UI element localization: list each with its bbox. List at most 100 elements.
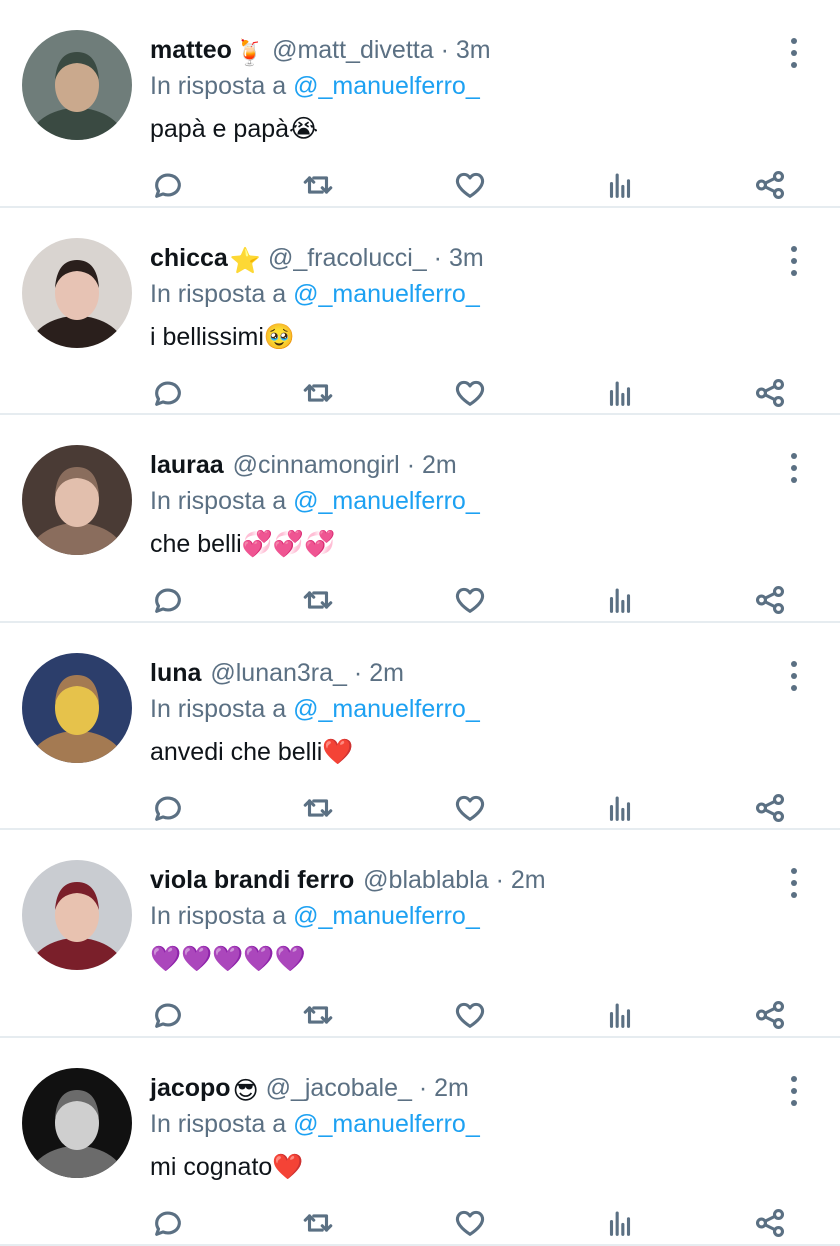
reply-mention[interactable]: @_manuelferro_ [293,695,480,723]
retweet-button[interactable] [298,165,338,205]
share-icon [755,1001,785,1030]
heart-icon [455,1210,485,1236]
tweet-actions [0,373,840,415]
share-button[interactable] [750,1203,790,1243]
analytics-button[interactable] [600,1203,640,1243]
retweet-icon [303,799,333,817]
comment-icon [155,1211,181,1236]
analytics-button[interactable] [600,995,640,1035]
reply-mention[interactable]: @_manuelferro_ [293,72,480,100]
more-vertical-icon[interactable] [782,453,806,484]
reply-button[interactable] [148,788,188,828]
reply-button[interactable] [148,995,188,1035]
display-name[interactable]: jacopo [150,1074,231,1102]
tweet[interactable]: jacopo😎 @_jacobale_ · 2m In risposta a @… [0,1038,840,1246]
reply-button[interactable] [148,1203,188,1243]
share-icon [755,170,785,200]
share-icon [755,1208,785,1237]
avatar[interactable] [22,860,132,971]
analytics-button[interactable] [600,165,640,205]
tweet[interactable]: lauraa @cinnamongirl · 2m In risposta a … [0,415,840,623]
username-handle[interactable]: @matt_divetta [272,36,434,64]
tweet[interactable]: chicca⭐ @_fracolucci_ · 3m In risposta a… [0,208,840,416]
username-handle[interactable]: @blablabla [363,866,488,894]
heart-icon [455,795,485,821]
reply-mention[interactable]: @_manuelferro_ [293,1110,480,1138]
display-name[interactable]: matteo [150,36,232,64]
analytics-icon [609,173,631,198]
like-button[interactable] [450,1203,490,1243]
reply-button[interactable] [148,580,188,620]
share-button[interactable] [750,788,790,828]
username-handle[interactable]: @_fracolucci_ [268,244,427,272]
tweet-header: chicca⭐ @_fracolucci_ · 3m [150,242,770,277]
timestamp[interactable]: 2m [422,451,457,479]
avatar[interactable] [22,237,132,348]
tweet[interactable]: luna @lunan3ra_ · 2m In risposta a @_man… [0,623,840,831]
username-handle[interactable]: @cinnamongirl [233,451,400,479]
tweet-text-emoji: 💜💜💜💜💜 [150,945,306,974]
tweet-text-content: i bellissimi [150,322,264,351]
display-name[interactable]: luna [150,659,201,687]
retweet-button[interactable] [298,788,338,828]
reply-context: In risposta a @_manuelferro_ [150,485,480,517]
tweet[interactable]: matteo🍹 @matt_divetta · 3m In risposta a… [0,0,840,208]
more-vertical-icon[interactable] [782,1075,806,1106]
like-button[interactable] [450,580,490,620]
tweet-text: che belli💞💞💞 [150,527,335,561]
analytics-button[interactable] [600,788,640,828]
retweet-button[interactable] [298,995,338,1035]
timestamp[interactable]: 3m [449,244,484,272]
retweet-button[interactable] [298,373,338,413]
more-vertical-icon[interactable] [782,868,806,899]
tweet-header: luna @lunan3ra_ · 2m [150,657,770,689]
display-name[interactable]: lauraa [150,451,224,479]
timestamp[interactable]: 2m [434,1074,469,1102]
analytics-icon [609,796,631,821]
share-button[interactable] [750,165,790,205]
timestamp[interactable]: 2m [511,866,546,894]
share-button[interactable] [750,580,790,620]
tweet-text-content: mi cognato [150,1152,273,1181]
avatar[interactable] [22,445,132,556]
avatar[interactable] [22,1067,132,1178]
reply-mention[interactable]: @_manuelferro_ [293,280,480,308]
analytics-button[interactable] [600,580,640,620]
reply-context: In risposta a @_manuelferro_ [150,70,480,102]
username-handle[interactable]: @_jacobale_ [266,1074,412,1102]
share-icon [755,378,785,407]
share-button[interactable] [750,373,790,413]
retweet-button[interactable] [298,1203,338,1243]
retweet-button[interactable] [298,580,338,620]
like-button[interactable] [450,995,490,1035]
tweet[interactable]: viola brandi ferro @blablabla · 2m In ri… [0,830,840,1038]
avatar[interactable] [22,652,132,763]
reply-button[interactable] [148,373,188,413]
separator-dot: · [495,866,504,895]
display-name[interactable]: chicca [150,244,228,272]
like-button[interactable] [450,165,490,205]
reply-context: In risposta a @_manuelferro_ [150,1108,480,1140]
reply-mention[interactable]: @_manuelferro_ [293,487,480,515]
more-vertical-icon[interactable] [782,660,806,691]
tweet-text-content: anvedi che belli [150,737,323,766]
reply-mention[interactable]: @_manuelferro_ [293,902,480,930]
username-handle[interactable]: @lunan3ra_ [210,659,347,687]
display-name[interactable]: viola brandi ferro [150,866,354,894]
tweet-text: mi cognato❤️ [150,1150,303,1184]
more-vertical-icon[interactable] [782,245,806,276]
reply-button[interactable] [148,165,188,205]
analytics-button[interactable] [600,373,640,413]
avatar[interactable] [22,30,132,140]
comment-icon [155,588,181,614]
timestamp[interactable]: 3m [456,36,491,64]
more-vertical-icon[interactable] [782,38,806,68]
reply-context: In risposta a @_manuelferro_ [150,900,480,932]
reply-prefix: In risposta a [150,72,287,100]
like-button[interactable] [450,373,490,413]
timestamp[interactable]: 2m [369,659,404,687]
analytics-icon [609,588,631,614]
tweet-text-emoji: ❤️ [272,1152,304,1181]
like-button[interactable] [450,788,490,828]
share-button[interactable] [750,995,790,1035]
